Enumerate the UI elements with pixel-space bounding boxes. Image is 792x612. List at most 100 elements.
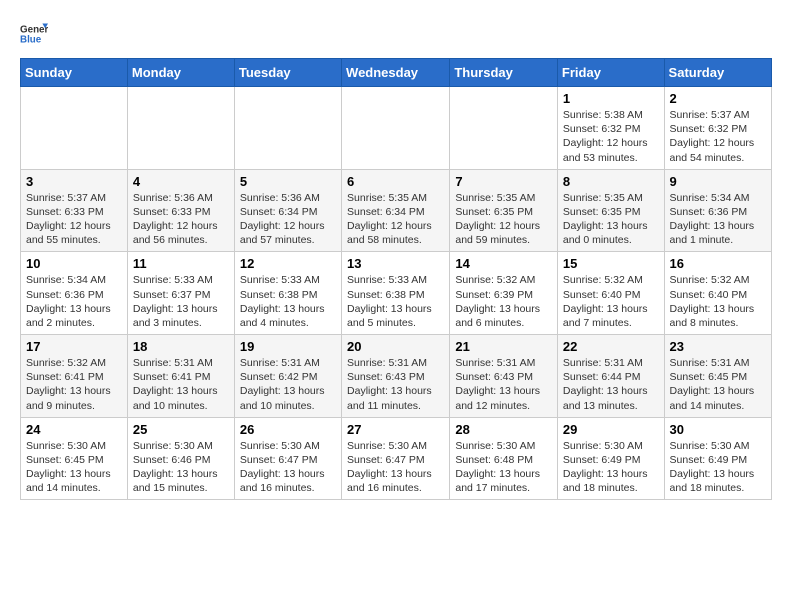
calendar-week-1: 1 Sunrise: 5:38 AM Sunset: 6:32 PM Daylig… <box>21 87 772 170</box>
calendar-week-4: 17 Sunrise: 5:32 AM Sunset: 6:41 PM Dayli… <box>21 335 772 418</box>
day-info: Sunrise: 5:32 AM Sunset: 6:40 PM Dayligh… <box>563 273 659 330</box>
day-info: Sunrise: 5:31 AM Sunset: 6:42 PM Dayligh… <box>240 356 336 413</box>
day-info: Sunrise: 5:30 AM Sunset: 6:47 PM Dayligh… <box>347 439 444 496</box>
day-info: Sunrise: 5:33 AM Sunset: 6:38 PM Dayligh… <box>240 273 336 330</box>
weekday-header-sunday: Sunday <box>21 59 128 87</box>
day-info: Sunrise: 5:30 AM Sunset: 6:48 PM Dayligh… <box>455 439 552 496</box>
calendar-cell: 25 Sunrise: 5:30 AM Sunset: 6:46 PM Dayli… <box>127 417 234 500</box>
day-number: 8 <box>563 174 659 189</box>
calendar-cell: 29 Sunrise: 5:30 AM Sunset: 6:49 PM Dayli… <box>557 417 664 500</box>
logo: General Blue <box>20 20 48 48</box>
day-info: Sunrise: 5:34 AM Sunset: 6:36 PM Dayligh… <box>670 191 766 248</box>
calendar-week-5: 24 Sunrise: 5:30 AM Sunset: 6:45 PM Dayli… <box>21 417 772 500</box>
day-number: 9 <box>670 174 766 189</box>
day-number: 24 <box>26 422 122 437</box>
day-info: Sunrise: 5:30 AM Sunset: 6:45 PM Dayligh… <box>26 439 122 496</box>
day-number: 4 <box>133 174 229 189</box>
weekday-header-monday: Monday <box>127 59 234 87</box>
day-info: Sunrise: 5:31 AM Sunset: 6:43 PM Dayligh… <box>455 356 552 413</box>
day-info: Sunrise: 5:34 AM Sunset: 6:36 PM Dayligh… <box>26 273 122 330</box>
calendar-cell: 15 Sunrise: 5:32 AM Sunset: 6:40 PM Dayli… <box>557 252 664 335</box>
day-number: 1 <box>563 91 659 106</box>
calendar-cell: 17 Sunrise: 5:32 AM Sunset: 6:41 PM Dayli… <box>21 335 128 418</box>
day-number: 25 <box>133 422 229 437</box>
day-number: 12 <box>240 256 336 271</box>
calendar-cell: 23 Sunrise: 5:31 AM Sunset: 6:45 PM Dayli… <box>664 335 771 418</box>
day-number: 15 <box>563 256 659 271</box>
calendar-cell: 2 Sunrise: 5:37 AM Sunset: 6:32 PM Daylig… <box>664 87 771 170</box>
calendar-cell <box>234 87 341 170</box>
day-number: 13 <box>347 256 444 271</box>
calendar-cell: 28 Sunrise: 5:30 AM Sunset: 6:48 PM Dayli… <box>450 417 558 500</box>
calendar-cell: 9 Sunrise: 5:34 AM Sunset: 6:36 PM Daylig… <box>664 169 771 252</box>
day-number: 17 <box>26 339 122 354</box>
day-info: Sunrise: 5:31 AM Sunset: 6:41 PM Dayligh… <box>133 356 229 413</box>
day-number: 20 <box>347 339 444 354</box>
day-info: Sunrise: 5:30 AM Sunset: 6:49 PM Dayligh… <box>563 439 659 496</box>
day-info: Sunrise: 5:36 AM Sunset: 6:33 PM Dayligh… <box>133 191 229 248</box>
weekday-header-tuesday: Tuesday <box>234 59 341 87</box>
calendar-cell <box>127 87 234 170</box>
calendar-cell: 13 Sunrise: 5:33 AM Sunset: 6:38 PM Dayli… <box>342 252 450 335</box>
calendar-table: SundayMondayTuesdayWednesdayThursdayFrid… <box>20 58 772 500</box>
day-number: 29 <box>563 422 659 437</box>
weekday-header-thursday: Thursday <box>450 59 558 87</box>
day-number: 23 <box>670 339 766 354</box>
day-info: Sunrise: 5:30 AM Sunset: 6:46 PM Dayligh… <box>133 439 229 496</box>
day-info: Sunrise: 5:33 AM Sunset: 6:38 PM Dayligh… <box>347 273 444 330</box>
logo-icon: General Blue <box>20 20 48 48</box>
calendar-cell: 12 Sunrise: 5:33 AM Sunset: 6:38 PM Dayli… <box>234 252 341 335</box>
day-number: 30 <box>670 422 766 437</box>
day-number: 26 <box>240 422 336 437</box>
day-number: 22 <box>563 339 659 354</box>
calendar-cell: 20 Sunrise: 5:31 AM Sunset: 6:43 PM Dayli… <box>342 335 450 418</box>
calendar-week-3: 10 Sunrise: 5:34 AM Sunset: 6:36 PM Dayli… <box>21 252 772 335</box>
day-number: 10 <box>26 256 122 271</box>
calendar-cell: 16Sunrise: 5:32 AM Sunset: 6:40 PM Dayli… <box>664 252 771 335</box>
calendar-cell: 22Sunrise: 5:31 AM Sunset: 6:44 PM Dayli… <box>557 335 664 418</box>
calendar-cell: 4 Sunrise: 5:36 AM Sunset: 6:33 PM Daylig… <box>127 169 234 252</box>
weekday-header-friday: Friday <box>557 59 664 87</box>
calendar-cell: 21 Sunrise: 5:31 AM Sunset: 6:43 PM Dayli… <box>450 335 558 418</box>
calendar-cell: 18 Sunrise: 5:31 AM Sunset: 6:41 PM Dayli… <box>127 335 234 418</box>
day-info: Sunrise: 5:35 AM Sunset: 6:35 PM Dayligh… <box>563 191 659 248</box>
svg-text:Blue: Blue <box>20 34 42 45</box>
calendar-cell: 10 Sunrise: 5:34 AM Sunset: 6:36 PM Dayli… <box>21 252 128 335</box>
day-info: Sunrise: 5:33 AM Sunset: 6:37 PM Dayligh… <box>133 273 229 330</box>
calendar-cell: 7Sunrise: 5:35 AM Sunset: 6:35 PM Daylig… <box>450 169 558 252</box>
calendar-cell: 26 Sunrise: 5:30 AM Sunset: 6:47 PM Dayli… <box>234 417 341 500</box>
calendar-cell: 11 Sunrise: 5:33 AM Sunset: 6:37 PM Dayli… <box>127 252 234 335</box>
day-info: Sunrise: 5:37 AM Sunset: 6:32 PM Dayligh… <box>670 108 766 165</box>
day-info: Sunrise: 5:30 AM Sunset: 6:47 PM Dayligh… <box>240 439 336 496</box>
day-info: Sunrise: 5:38 AM Sunset: 6:32 PM Dayligh… <box>563 108 659 165</box>
day-number: 28 <box>455 422 552 437</box>
day-number: 21 <box>455 339 552 354</box>
day-info: Sunrise: 5:32 AM Sunset: 6:39 PM Dayligh… <box>455 273 552 330</box>
day-info: Sunrise: 5:31 AM Sunset: 6:43 PM Dayligh… <box>347 356 444 413</box>
day-info: Sunrise: 5:37 AM Sunset: 6:33 PM Dayligh… <box>26 191 122 248</box>
day-info: Sunrise: 5:32 AM Sunset: 6:40 PM Dayligh… <box>670 273 766 330</box>
page-header: General Blue <box>20 20 772 48</box>
day-number: 27 <box>347 422 444 437</box>
day-number: 7 <box>455 174 552 189</box>
calendar-cell: 27 Sunrise: 5:30 AM Sunset: 6:47 PM Dayli… <box>342 417 450 500</box>
day-info: Sunrise: 5:32 AM Sunset: 6:41 PM Dayligh… <box>26 356 122 413</box>
day-info: Sunrise: 5:31 AM Sunset: 6:45 PM Dayligh… <box>670 356 766 413</box>
day-number: 5 <box>240 174 336 189</box>
day-number: 2 <box>670 91 766 106</box>
calendar-cell <box>450 87 558 170</box>
day-number: 14 <box>455 256 552 271</box>
calendar-cell <box>342 87 450 170</box>
calendar-body: 1 Sunrise: 5:38 AM Sunset: 6:32 PM Daylig… <box>21 87 772 500</box>
calendar-cell <box>21 87 128 170</box>
day-info: Sunrise: 5:30 AM Sunset: 6:49 PM Dayligh… <box>670 439 766 496</box>
calendar-header: SundayMondayTuesdayWednesdayThursdayFrid… <box>21 59 772 87</box>
calendar-cell: 24 Sunrise: 5:30 AM Sunset: 6:45 PM Dayli… <box>21 417 128 500</box>
weekday-header-wednesday: Wednesday <box>342 59 450 87</box>
calendar-cell: 1 Sunrise: 5:38 AM Sunset: 6:32 PM Daylig… <box>557 87 664 170</box>
day-number: 19 <box>240 339 336 354</box>
day-number: 11 <box>133 256 229 271</box>
calendar-cell: 14 Sunrise: 5:32 AM Sunset: 6:39 PM Dayli… <box>450 252 558 335</box>
day-info: Sunrise: 5:35 AM Sunset: 6:34 PM Dayligh… <box>347 191 444 248</box>
day-number: 18 <box>133 339 229 354</box>
